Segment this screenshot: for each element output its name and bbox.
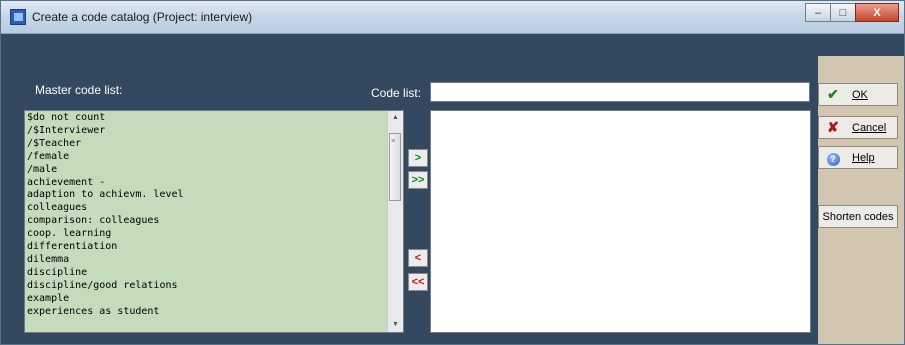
list-item[interactable]: /male	[27, 164, 184, 177]
shorten-codes-label: Shorten codes	[822, 210, 894, 223]
cancel-label: Cancel	[852, 121, 887, 134]
list-item[interactable]: /$Interviewer	[27, 125, 184, 138]
help-label: Help	[852, 151, 875, 164]
help-button[interactable]: ? Help	[818, 146, 898, 169]
master-code-list[interactable]: $do not count/$Interviewer/$Teacher/fema…	[24, 110, 404, 333]
scroll-up-icon[interactable]: ▲	[388, 111, 403, 125]
list-item[interactable]: differentiation	[27, 241, 184, 254]
dialog-window: Create a code catalog (Project: intervie…	[0, 0, 905, 345]
minimize-button[interactable]: –	[805, 3, 831, 22]
list-item[interactable]: dilemma	[27, 254, 184, 267]
master-list-scrollbar[interactable]: ▲ ≡ ▼	[387, 111, 403, 332]
list-item[interactable]: achievement -	[27, 177, 184, 190]
scroll-down-icon[interactable]: ▼	[388, 318, 403, 332]
app-icon	[10, 9, 26, 25]
list-item[interactable]: discipline/good relations	[27, 280, 184, 293]
code-list-label: Code list:	[371, 86, 422, 100]
remove-all-button[interactable]: <<	[408, 273, 428, 291]
window-title: Create a code catalog (Project: intervie…	[32, 10, 253, 24]
check-icon: ✔	[827, 86, 839, 102]
remove-selected-button[interactable]: <	[408, 249, 428, 267]
master-code-items: $do not count/$Interviewer/$Teacher/fema…	[27, 112, 184, 319]
ok-label: OK	[852, 88, 868, 101]
list-item[interactable]: comparison: colleagues	[27, 215, 184, 228]
list-item[interactable]: /female	[27, 151, 184, 164]
list-item[interactable]: discipline	[27, 267, 184, 280]
x-icon: ✘	[827, 119, 839, 135]
cancel-button[interactable]: ✘ Cancel	[818, 116, 898, 139]
code-list-box[interactable]	[430, 110, 811, 333]
master-code-list-label: Master code list:	[35, 83, 123, 97]
maximize-button[interactable]: □	[830, 3, 856, 22]
help-icon: ?	[824, 149, 842, 166]
list-item[interactable]: coop. learning	[27, 228, 184, 241]
ok-button[interactable]: ✔ OK	[818, 83, 898, 106]
list-item[interactable]: example	[27, 293, 184, 306]
close-button[interactable]: X	[855, 3, 899, 22]
list-item[interactable]: $do not count	[27, 112, 184, 125]
list-item[interactable]: adaption to achievm. level	[27, 189, 184, 202]
grip-icon: ≡	[391, 138, 396, 145]
code-list-name-input[interactable]	[430, 82, 810, 102]
add-all-button[interactable]: >>	[408, 171, 428, 189]
list-item[interactable]: experiences as student	[27, 306, 184, 319]
shorten-codes-button[interactable]: Shorten codes	[818, 205, 898, 228]
list-item[interactable]: /$Teacher	[27, 138, 184, 151]
title-bar: Create a code catalog (Project: intervie…	[1, 1, 904, 34]
list-item[interactable]: colleagues	[27, 202, 184, 215]
add-selected-button[interactable]: >	[408, 149, 428, 167]
